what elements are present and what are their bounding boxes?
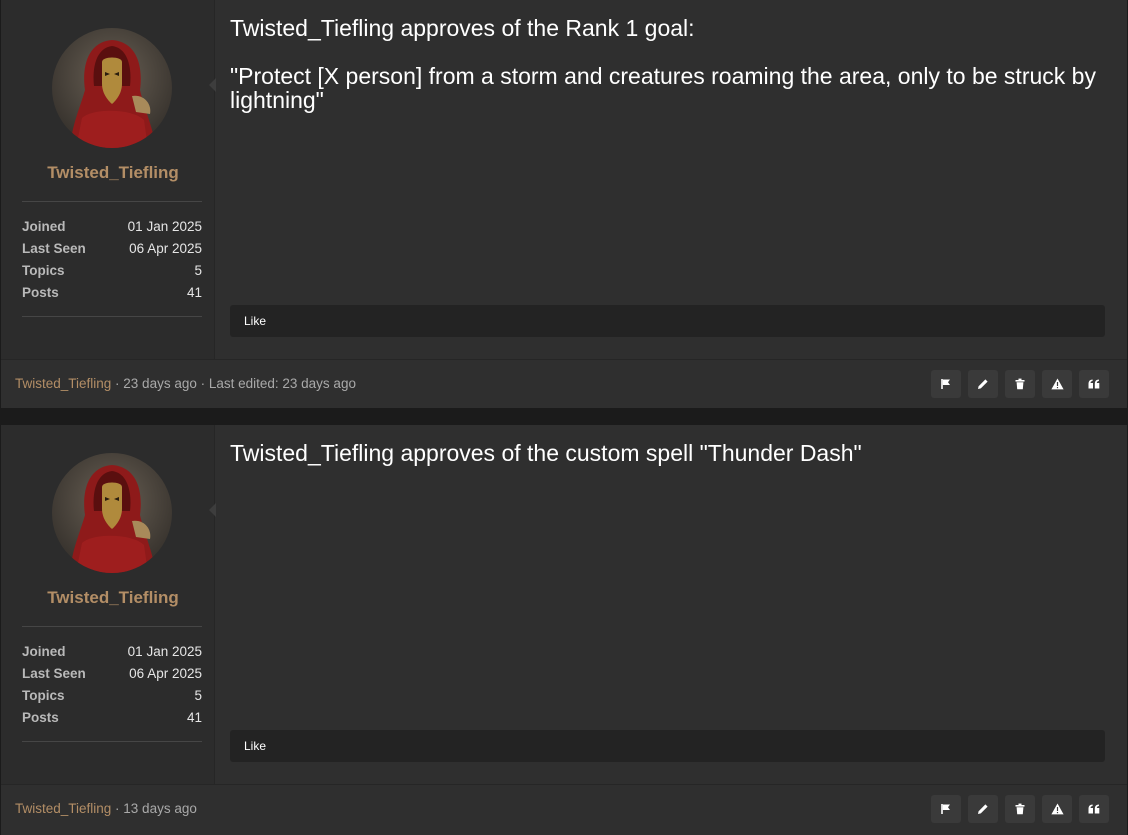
avatar[interactable]: [52, 453, 172, 573]
warn-button[interactable]: [1042, 795, 1072, 823]
edit-icon: [978, 804, 988, 814]
author-name[interactable]: Twisted_Tiefling: [1, 588, 225, 608]
post-text: "Protect [X person] from a storm and cre…: [230, 63, 1096, 113]
speech-arrow: [209, 503, 216, 517]
post-text: Twisted_Tiefling approves of the Rank 1 …: [230, 15, 695, 41]
stat-label: Last Seen: [22, 666, 86, 681]
speech-arrow: [209, 78, 216, 92]
stat-value: 41: [186, 285, 202, 300]
stat-joined: Joined 01 Jan 2025: [22, 217, 202, 239]
reaction-bar: Like: [230, 305, 1105, 337]
post-author-sidebar: Twisted_Tiefling Joined 01 Jan 2025 Last…: [1, 0, 215, 359]
divider: [22, 741, 202, 742]
stat-value: 01 Jan 2025: [127, 219, 202, 234]
footer-author-link[interactable]: Twisted_Tiefling: [15, 376, 111, 391]
post-meta: Twisted_Tiefling · 23 days ago · Last ed…: [15, 376, 356, 391]
stat-last-seen: Last Seen 06 Apr 2025: [22, 239, 202, 261]
quote-icon: [1088, 379, 1100, 389]
delete-button[interactable]: [1005, 370, 1035, 398]
stat-value: 06 Apr 2025: [129, 666, 202, 681]
stat-posts: Posts 41: [22, 283, 202, 305]
stat-value: 5: [194, 688, 202, 703]
stat-label: Last Seen: [22, 241, 86, 256]
quote-button[interactable]: [1079, 795, 1109, 823]
post-text: Twisted_Tiefling approves of the custom …: [230, 440, 862, 466]
warning-icon: [1050, 378, 1064, 390]
stat-label: Topics: [22, 688, 65, 703]
stat-value: 5: [194, 263, 202, 278]
forum-post: Twisted_Tiefling Joined 01 Jan 2025 Last…: [1, 425, 1127, 835]
stat-joined: Joined 01 Jan 2025: [22, 642, 202, 664]
post-timestamp: · 23 days ago · Last edited: 23 days ago: [111, 376, 356, 391]
stat-label: Topics: [22, 263, 65, 278]
post-body: Twisted_Tiefling approves of the Rank 1 …: [230, 16, 1110, 136]
trash-icon: [1015, 803, 1025, 815]
edit-icon: [978, 379, 988, 389]
edit-button[interactable]: [968, 795, 998, 823]
stat-value: 01 Jan 2025: [127, 644, 202, 659]
warning-icon: [1050, 803, 1064, 815]
like-button[interactable]: Like: [244, 314, 266, 328]
warn-button[interactable]: [1042, 370, 1072, 398]
trash-icon: [1015, 378, 1025, 390]
like-button[interactable]: Like: [244, 739, 266, 753]
divider: [22, 626, 202, 627]
edit-button[interactable]: [968, 370, 998, 398]
stat-topics: Topics 5: [22, 261, 202, 283]
stat-value: 41: [186, 710, 202, 725]
divider: [22, 316, 202, 317]
avatar[interactable]: [52, 28, 172, 148]
post-actions: [931, 370, 1109, 398]
report-button[interactable]: [931, 370, 961, 398]
stat-label: Joined: [22, 644, 66, 659]
author-name[interactable]: Twisted_Tiefling: [1, 163, 225, 183]
stat-label: Posts: [22, 710, 59, 725]
forum-post: Twisted_Tiefling Joined 01 Jan 2025 Last…: [1, 0, 1127, 408]
post-author-sidebar: Twisted_Tiefling Joined 01 Jan 2025 Last…: [1, 425, 215, 784]
quote-button[interactable]: [1079, 370, 1109, 398]
author-stats: Joined 01 Jan 2025 Last Seen 06 Apr 2025…: [22, 642, 202, 730]
stat-last-seen: Last Seen 06 Apr 2025: [22, 664, 202, 686]
delete-button[interactable]: [1005, 795, 1035, 823]
flag-icon: [941, 804, 950, 814]
stat-posts: Posts 41: [22, 708, 202, 730]
post-footer: Twisted_Tiefling · 23 days ago · Last ed…: [1, 359, 1127, 408]
quote-icon: [1088, 804, 1100, 814]
post-timestamp: · 13 days ago: [111, 801, 197, 816]
reaction-bar: Like: [230, 730, 1105, 762]
post-body: Twisted_Tiefling approves of the custom …: [230, 441, 1110, 489]
stat-topics: Topics 5: [22, 686, 202, 708]
stat-value: 06 Apr 2025: [129, 241, 202, 256]
report-button[interactable]: [931, 795, 961, 823]
divider: [22, 201, 202, 202]
post-actions: [931, 795, 1109, 823]
post-meta: Twisted_Tiefling · 13 days ago: [15, 801, 197, 816]
author-stats: Joined 01 Jan 2025 Last Seen 06 Apr 2025…: [22, 217, 202, 305]
footer-author-link[interactable]: Twisted_Tiefling: [15, 801, 111, 816]
post-footer: Twisted_Tiefling · 13 days ago: [1, 784, 1127, 835]
flag-icon: [941, 379, 950, 389]
stat-label: Posts: [22, 285, 59, 300]
stat-label: Joined: [22, 219, 66, 234]
